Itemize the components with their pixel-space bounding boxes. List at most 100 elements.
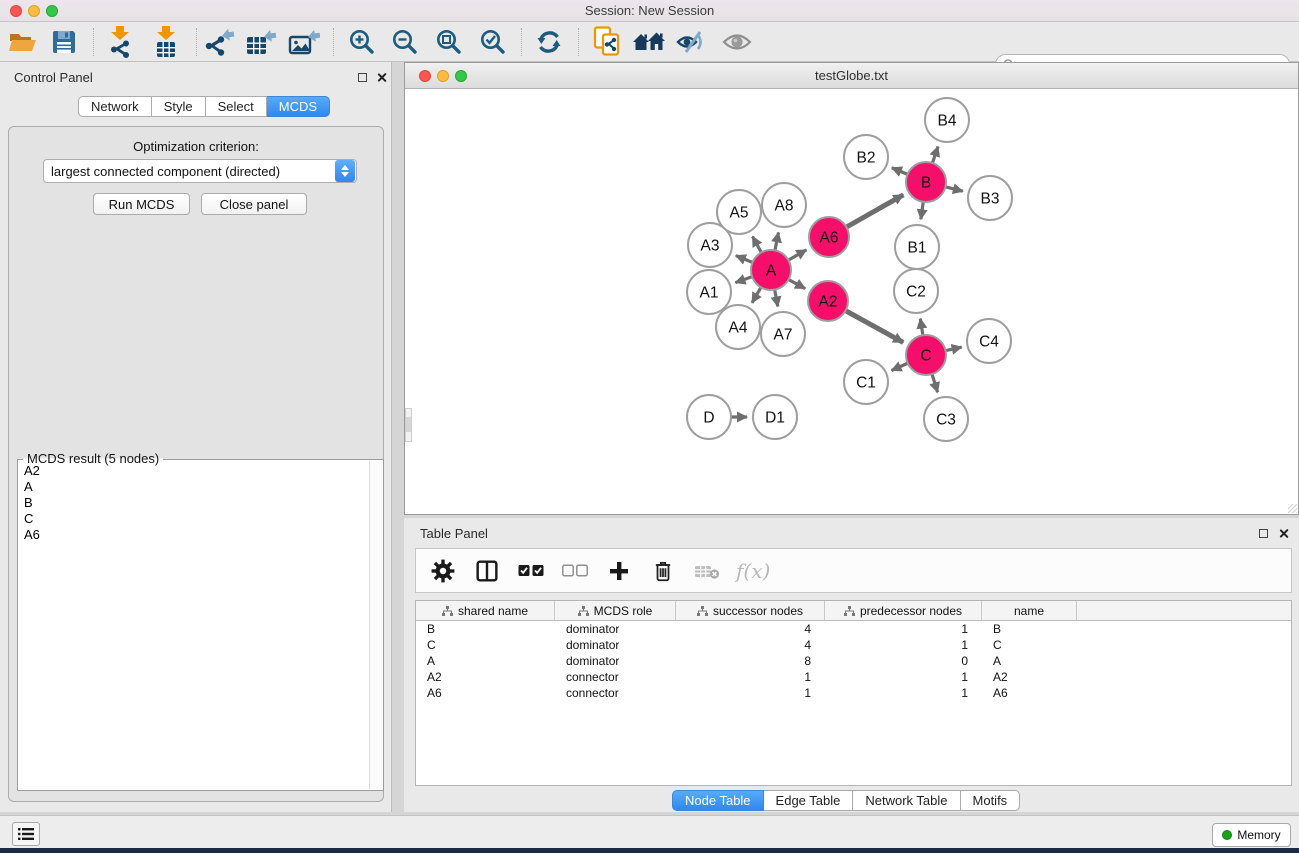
clone-network-icon[interactable] <box>590 24 626 60</box>
network-node-C[interactable]: C <box>906 335 946 375</box>
deselect-all-icon[interactable] <box>560 556 590 586</box>
column-header-shared-name[interactable]: shared name <box>416 601 555 621</box>
svg-text:A5: A5 <box>730 205 749 222</box>
window-zoom-button[interactable] <box>46 5 58 17</box>
network-node-D[interactable]: D <box>687 395 731 439</box>
gear-icon[interactable] <box>428 556 458 586</box>
network-node-D1[interactable]: D1 <box>753 395 797 439</box>
optimization-criterion-select[interactable]: largest connected component (directed) <box>43 159 357 183</box>
mcds-result-item[interactable]: A <box>21 479 367 495</box>
export-image-icon[interactable] <box>286 24 322 60</box>
eye-icon[interactable] <box>719 24 755 60</box>
svg-text:C: C <box>920 348 931 365</box>
control-panel: Control Panel NetworkStyleSelectMCDS Opt… <box>0 62 392 812</box>
mcds-result-item[interactable]: A2 <box>21 463 367 479</box>
run-mcds-button[interactable]: Run MCDS <box>93 193 190 215</box>
tab-select[interactable]: Select <box>206 96 267 117</box>
mcds-result-item[interactable]: A6 <box>21 527 367 543</box>
table-cell: 4 <box>676 622 825 638</box>
table-panel: Table Panel f(x) shared nameMCDS rolesuc… <box>404 518 1299 812</box>
tab-network-table[interactable]: Network Table <box>853 790 960 811</box>
export-table-icon[interactable] <box>243 24 279 60</box>
network-node-B[interactable]: B <box>906 162 946 202</box>
table-row[interactable]: A6connector11A6 <box>416 686 1291 702</box>
network-node-A7[interactable]: A7 <box>761 312 805 356</box>
import-network-icon[interactable] <box>102 24 138 60</box>
column-header-name[interactable]: name <box>982 601 1077 621</box>
app-titlebar: Session: New Session <box>0 0 1299 22</box>
column-header-MCDS-role[interactable]: MCDS role <box>555 601 676 621</box>
column-header-successor-nodes[interactable]: successor nodes <box>676 601 825 621</box>
network-zoom-button[interactable] <box>455 70 467 82</box>
table-row[interactable]: A2connector11A2 <box>416 670 1291 686</box>
mcds-result-scrollbar[interactable] <box>369 461 382 789</box>
svg-text:B: B <box>921 175 931 192</box>
network-vertical-scrollbar[interactable] <box>405 408 412 442</box>
zoom-selected-icon[interactable] <box>475 24 511 60</box>
mcds-result-item[interactable]: C <box>21 511 367 527</box>
float-panel-icon[interactable] <box>358 73 367 82</box>
float-table-panel-icon[interactable] <box>1259 529 1268 538</box>
network-view-window: testGlobe.txt AA1A2A3A4A5A6A7A8BB1B2B3B4… <box>404 62 1299 515</box>
export-network-icon[interactable] <box>202 24 238 60</box>
mcds-result-item[interactable]: B <box>21 495 367 511</box>
svg-text:C4: C4 <box>979 334 999 351</box>
network-minimize-button[interactable] <box>437 70 449 82</box>
column-label: name <box>1014 604 1044 618</box>
network-node-C3[interactable]: C3 <box>924 397 968 441</box>
network-node-C1[interactable]: C1 <box>844 360 888 404</box>
tab-mcds[interactable]: MCDS <box>267 96 330 117</box>
close-table-panel-icon[interactable] <box>1278 528 1289 539</box>
tab-style[interactable]: Style <box>152 96 206 117</box>
select-all-icon[interactable] <box>516 556 546 586</box>
network-resize-grip[interactable] <box>1288 504 1297 513</box>
table-row[interactable]: Cdominator41C <box>416 638 1291 654</box>
save-icon[interactable] <box>46 24 82 60</box>
tab-network[interactable]: Network <box>78 96 152 117</box>
network-node-B2[interactable]: B2 <box>844 135 888 179</box>
network-node-C4[interactable]: C4 <box>967 319 1011 363</box>
zoom-in-icon[interactable] <box>344 24 380 60</box>
delete-icon[interactable] <box>648 556 678 586</box>
network-window-title: testGlobe.txt <box>405 63 1298 89</box>
hide-panel-icon[interactable] <box>673 24 709 60</box>
tab-node-table[interactable]: Node Table <box>672 790 764 811</box>
table-row[interactable]: Bdominator41B <box>416 622 1291 638</box>
import-table-icon[interactable] <box>148 24 184 60</box>
memory-button[interactable]: Memory <box>1212 823 1291 847</box>
window-minimize-button[interactable] <box>28 5 40 17</box>
table-row[interactable]: Adominator80A <box>416 654 1291 670</box>
column-icon[interactable] <box>472 556 502 586</box>
task-history-button[interactable] <box>12 822 40 846</box>
network-close-button[interactable] <box>419 70 431 82</box>
svg-text:C3: C3 <box>936 412 956 429</box>
network-node-A2[interactable]: A2 <box>808 281 848 321</box>
network-node-A5[interactable]: A5 <box>717 190 761 234</box>
network-canvas[interactable]: AA1A2A3A4A5A6A7A8BB1B2B3B4CC1C2C3C4DD1 <box>405 89 1298 514</box>
memory-label: Memory <box>1237 828 1280 842</box>
column-header-predecessor-nodes[interactable]: predecessor nodes <box>825 601 982 621</box>
tab-edge-table[interactable]: Edge Table <box>764 790 854 811</box>
refresh-icon[interactable] <box>531 24 567 60</box>
close-panel-button[interactable]: Close panel <box>201 193 307 215</box>
window-close-button[interactable] <box>10 5 22 17</box>
network-node-B1[interactable]: B1 <box>895 225 939 269</box>
network-node-A[interactable]: A <box>751 250 791 290</box>
network-node-C2[interactable]: C2 <box>894 269 938 313</box>
zoom-fit-icon[interactable] <box>431 24 467 60</box>
tab-motifs[interactable]: Motifs <box>961 790 1021 811</box>
network-node-A6[interactable]: A6 <box>809 217 849 257</box>
network-node-A8[interactable]: A8 <box>762 183 806 227</box>
close-panel-icon[interactable] <box>376 72 387 83</box>
column-type-icon <box>578 606 589 616</box>
table-cell: A6 <box>982 686 1077 702</box>
network-node-A4[interactable]: A4 <box>716 305 760 349</box>
network-node-B4[interactable]: B4 <box>925 98 969 142</box>
home-network-icon[interactable] <box>631 24 667 60</box>
add-column-icon[interactable] <box>604 556 634 586</box>
zoom-out-icon[interactable] <box>387 24 423 60</box>
selected-criterion: largest connected component (directed) <box>44 164 335 179</box>
open-folder-icon[interactable] <box>5 24 41 60</box>
network-node-B3[interactable]: B3 <box>968 176 1012 220</box>
network-node-A1[interactable]: A1 <box>687 270 731 314</box>
